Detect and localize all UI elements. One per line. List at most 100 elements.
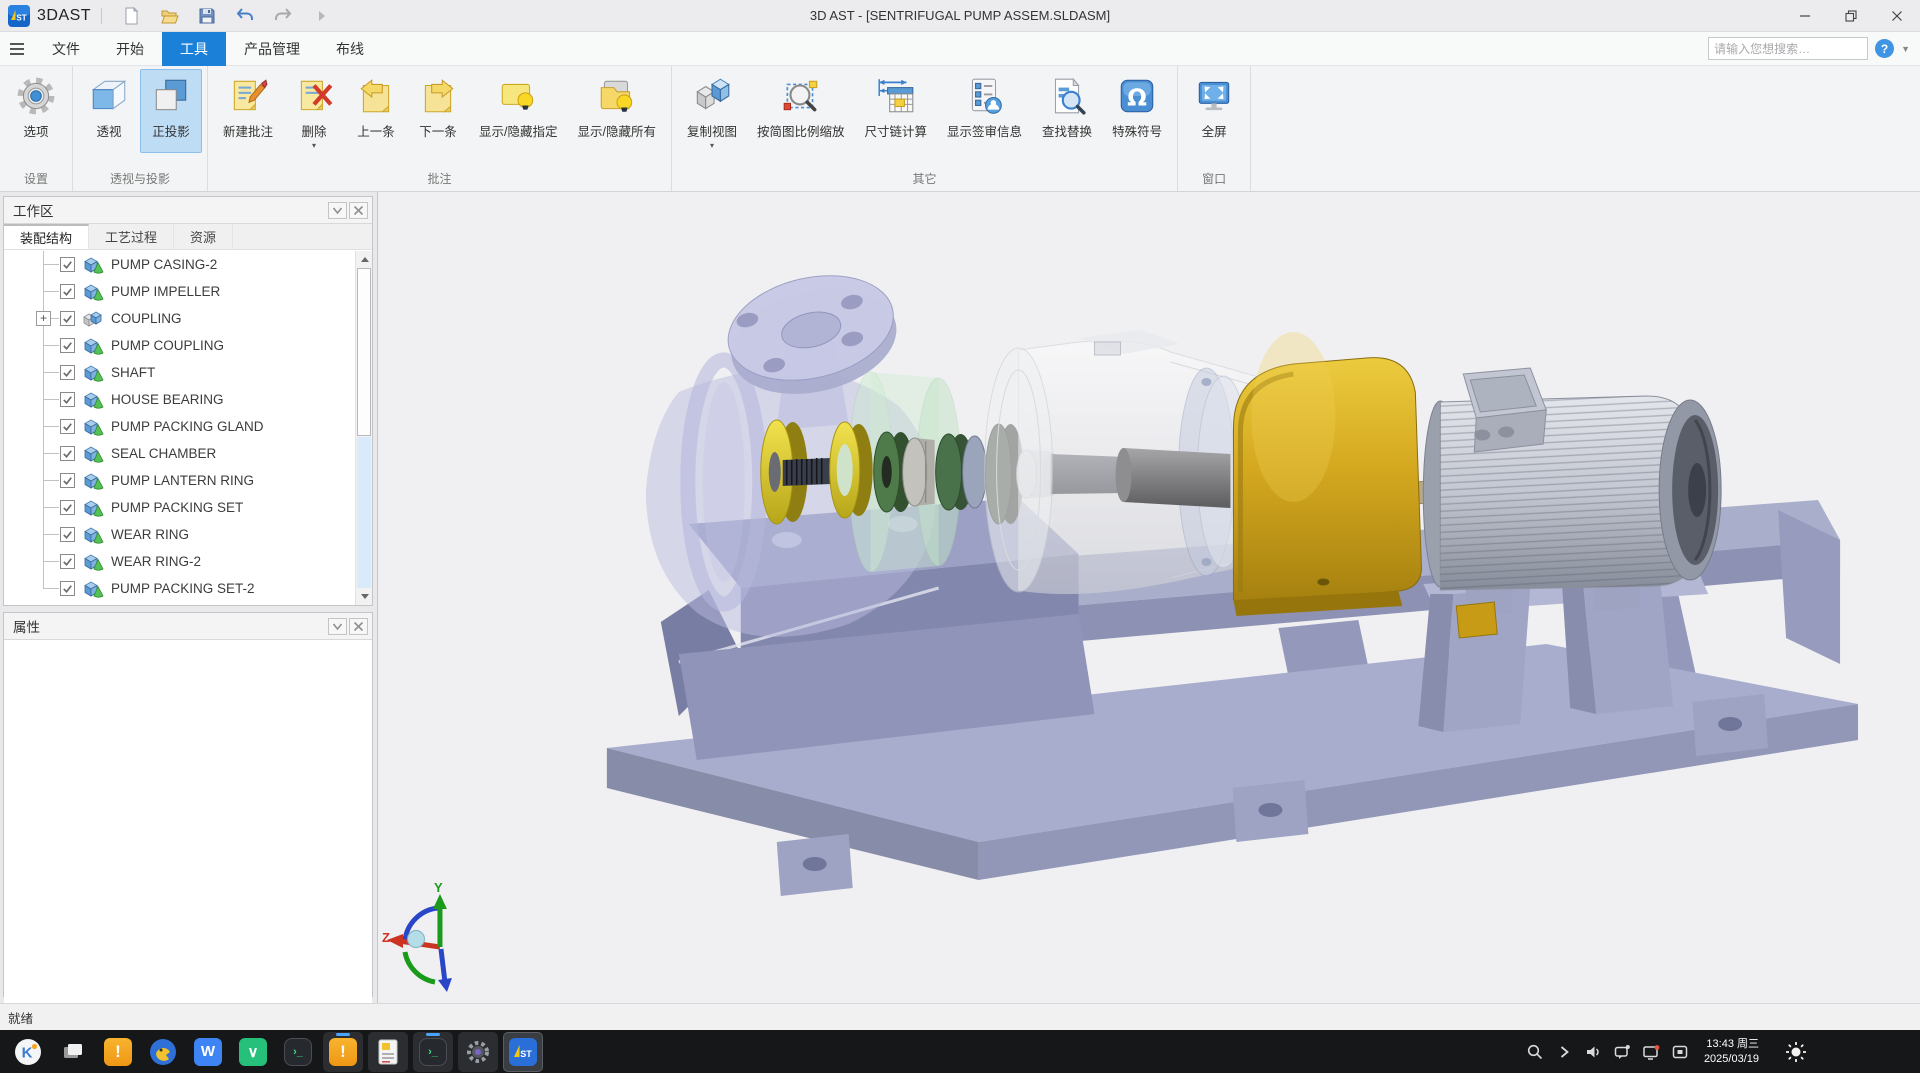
- collapse-panel-button[interactable]: [328, 202, 347, 219]
- visibility-checkbox[interactable]: [60, 527, 75, 542]
- expand-icon[interactable]: +: [36, 311, 51, 326]
- orientation-gizmo[interactable]: Z Y: [382, 880, 452, 992]
- scroll-down-button[interactable]: [356, 588, 372, 605]
- ribbon-button-orthographic[interactable]: 正投影: [140, 69, 202, 153]
- close-button[interactable]: [1874, 0, 1920, 31]
- menu-tab-product-management[interactable]: 产品管理: [226, 32, 318, 66]
- tray-volume-icon[interactable]: [1584, 1043, 1602, 1061]
- taskbar-start-icon[interactable]: K: [8, 1032, 48, 1072]
- ribbon-button-previous[interactable]: 上一条: [345, 69, 407, 153]
- taskbar-app-document-icon[interactable]: [368, 1032, 408, 1072]
- visibility-checkbox[interactable]: [60, 284, 75, 299]
- tray-screen-share-icon[interactable]: [1642, 1043, 1660, 1061]
- wear-ring-2[interactable]: [830, 422, 873, 518]
- tree-item-coupling[interactable]: +COUPLING: [4, 305, 372, 332]
- ribbon-button-next[interactable]: 下一条: [407, 69, 469, 153]
- tree-item-wear-ring[interactable]: WEAR RING: [4, 521, 372, 548]
- ribbon-button-new-annotation[interactable]: 新建批注: [213, 69, 283, 153]
- scrollbar-track[interactable]: [357, 437, 371, 588]
- search-box[interactable]: [1708, 37, 1868, 60]
- ribbon-button-zoom-by-diagram[interactable]: 按简图比例缩放: [747, 69, 855, 153]
- viewport-3d[interactable]: Z Y: [379, 192, 1920, 1003]
- ribbon-button-special-symbol[interactable]: Ω特殊符号: [1102, 69, 1172, 153]
- scroll-up-button[interactable]: [356, 251, 372, 268]
- visibility-checkbox[interactable]: [60, 311, 75, 326]
- taskbar-app-settings-icon[interactable]: [458, 1032, 498, 1072]
- ribbon-button-perspective[interactable]: 透视: [78, 69, 140, 153]
- close-panel-button[interactable]: [349, 618, 368, 635]
- pump-assembly-scene[interactable]: Z Y: [379, 192, 1920, 1003]
- tree-item-pump-packing-set[interactable]: PUMP PACKING SET: [4, 494, 372, 521]
- visibility-checkbox[interactable]: [60, 581, 75, 596]
- taskbar-app-orange-alert-icon[interactable]: !: [98, 1032, 138, 1072]
- ribbon-button-delete[interactable]: 删除▾: [283, 69, 345, 153]
- undo-icon[interactable]: [233, 4, 257, 28]
- visibility-checkbox[interactable]: [60, 392, 75, 407]
- scrollbar-thumb[interactable]: [357, 268, 371, 436]
- taskbar-clock[interactable]: 13:43 周三 2025/03/19: [1704, 1037, 1759, 1066]
- tray-search-icon[interactable]: [1526, 1043, 1544, 1061]
- ribbon-button-options[interactable]: 选项: [5, 69, 67, 153]
- new-file-icon[interactable]: [119, 4, 143, 28]
- menu-tab-routing[interactable]: 布线: [318, 32, 382, 66]
- tree-item-wear-ring-2[interactable]: WEAR RING-2: [4, 548, 372, 575]
- workspace-tab-process[interactable]: 工艺过程: [89, 224, 174, 249]
- taskbar-task-view-icon[interactable]: [53, 1032, 93, 1072]
- tree-scrollbar[interactable]: [355, 251, 372, 605]
- tree-item-shaft[interactable]: SHAFT: [4, 359, 372, 386]
- visibility-checkbox[interactable]: [60, 365, 75, 380]
- minimize-button[interactable]: [1782, 0, 1828, 31]
- tree-item-house-bearing[interactable]: HOUSE BEARING: [4, 386, 372, 413]
- ribbon-button-find-replace[interactable]: 查找替换: [1032, 69, 1102, 153]
- coupling-shaft[interactable]: [1116, 448, 1231, 508]
- close-panel-button[interactable]: [349, 202, 368, 219]
- dropdown-arrow-icon[interactable]: ▾: [312, 142, 316, 150]
- visibility-checkbox[interactable]: [60, 500, 75, 515]
- visibility-checkbox[interactable]: [60, 446, 75, 461]
- taskbar-app-wps-icon[interactable]: W: [188, 1032, 228, 1072]
- help-dropdown-icon[interactable]: ▼: [1901, 44, 1910, 54]
- dropdown-arrow-icon[interactable]: ▾: [710, 142, 714, 150]
- menu-tab-home[interactable]: 开始: [98, 32, 162, 66]
- tree-item-pump-packing-set-2[interactable]: PUMP PACKING SET-2: [4, 575, 372, 602]
- menu-tab-tools[interactable]: 工具: [162, 32, 226, 66]
- taskbar-app-green-chat-icon[interactable]: ∨: [233, 1032, 273, 1072]
- brightness-icon[interactable]: [1784, 1040, 1808, 1064]
- save-file-icon[interactable]: [195, 4, 219, 28]
- visibility-checkbox[interactable]: [60, 419, 75, 434]
- visibility-checkbox[interactable]: [60, 554, 75, 569]
- tree-item-pump-coupling[interactable]: PUMP COUPLING: [4, 332, 372, 359]
- taskbar-app-3dast-icon[interactable]: ST: [503, 1032, 543, 1072]
- tray-chevron-icon[interactable]: [1555, 1043, 1573, 1061]
- ribbon-button-show-hide-all[interactable]: 显示/隐藏所有: [568, 69, 666, 153]
- ribbon-button-show-hide-selected[interactable]: 显示/隐藏指定: [469, 69, 567, 153]
- visibility-checkbox[interactable]: [60, 257, 75, 272]
- redo-icon[interactable]: [271, 4, 295, 28]
- search-input[interactable]: [1714, 42, 1869, 56]
- visibility-checkbox[interactable]: [60, 338, 75, 353]
- workspace-tab-resources[interactable]: 资源: [174, 224, 233, 249]
- taskbar-app-orange-alert-2-icon[interactable]: !: [323, 1032, 363, 1072]
- taskbar-app-terminal-icon[interactable]: ›_: [278, 1032, 318, 1072]
- taskbar-app-blue-pet-icon[interactable]: [143, 1032, 183, 1072]
- hamburger-menu-icon[interactable]: [10, 43, 24, 55]
- restore-button[interactable]: [1828, 0, 1874, 31]
- more-actions-icon[interactable]: [309, 4, 333, 28]
- open-file-icon[interactable]: [157, 4, 181, 28]
- menu-tab-file[interactable]: 文件: [34, 32, 98, 66]
- tree-item-pump-packing-gland[interactable]: PUMP PACKING GLAND: [4, 413, 372, 440]
- workspace-tab-assembly-structure[interactable]: 装配结构: [4, 224, 89, 249]
- tray-chat-icon[interactable]: [1613, 1043, 1631, 1061]
- ribbon-button-dimension-chain[interactable]: 尺寸链计算: [855, 69, 938, 153]
- tree-item-seal-chamber[interactable]: SEAL CHAMBER: [4, 440, 372, 467]
- motor[interactable]: [1416, 368, 1721, 617]
- tree-item-pump-casing-2[interactable]: PUMP CASING-2: [4, 251, 372, 278]
- tree-item-pump-impeller[interactable]: PUMP IMPELLER: [4, 278, 372, 305]
- ribbon-button-fullscreen[interactable]: 全屏: [1183, 69, 1245, 153]
- ribbon-button-sign-review-info[interactable]: 显示签审信息: [937, 69, 1032, 153]
- tray-input-method-icon[interactable]: [1671, 1043, 1689, 1061]
- help-button[interactable]: ?: [1875, 39, 1894, 58]
- taskbar-app-terminal-2-icon[interactable]: ›_: [413, 1032, 453, 1072]
- ribbon-button-copy-view[interactable]: 复制视图▾: [677, 69, 747, 153]
- collapse-panel-button[interactable]: [328, 618, 347, 635]
